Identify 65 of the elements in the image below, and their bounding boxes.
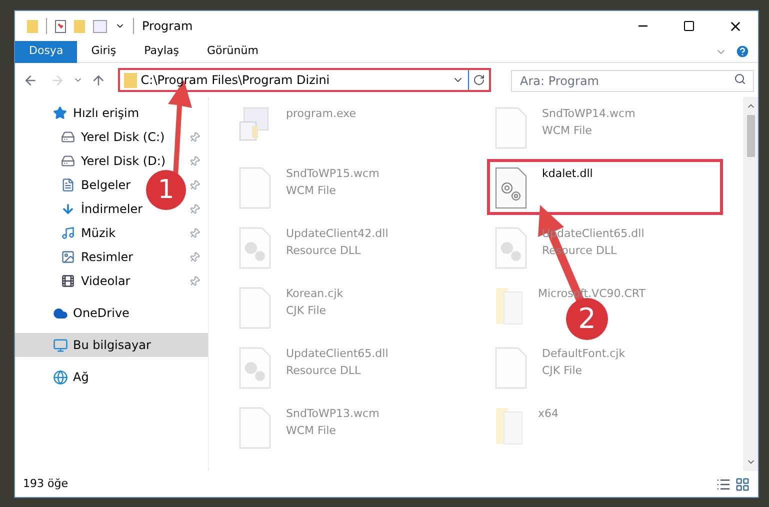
sidebar-item[interactable]: Resimler	[61, 248, 134, 266]
ribbon-tab[interactable]: Görünüm	[193, 40, 272, 62]
folder-icon[interactable]	[27, 20, 38, 32]
file-name[interactable]: kdalet.dll	[542, 166, 593, 182]
file-type: CJK File	[542, 362, 584, 378]
window-title: Program	[142, 18, 193, 35]
sidebar-item[interactable]: Belgeler	[61, 176, 131, 194]
ribbon-tab[interactable]: Paylaş	[130, 40, 193, 62]
folder-icon	[494, 406, 524, 446]
sidebar-item[interactable]: Videolar	[61, 272, 130, 290]
scrollbar[interactable]	[743, 97, 758, 471]
file-type: WCM File	[286, 422, 337, 438]
scroll-thumb[interactable]	[746, 115, 754, 157]
gear-document-icon	[494, 226, 528, 270]
details-view-icon[interactable]	[716, 476, 731, 492]
sidebar-item[interactable]: İndirmeler	[61, 200, 143, 218]
up-icon[interactable]	[90, 72, 106, 88]
help-icon[interactable]	[735, 44, 750, 59]
file-type: Resource DLL	[286, 362, 362, 378]
file-type: CJK File	[286, 302, 328, 318]
file-type: WCM File	[542, 122, 593, 138]
file-type: Resource DLL	[286, 242, 362, 258]
gear-document-icon	[494, 166, 528, 210]
folder-icon	[494, 286, 524, 326]
large-icons-view-icon[interactable]	[735, 476, 750, 492]
document-icon	[238, 286, 272, 330]
gear-document-icon	[238, 226, 272, 270]
film-icon	[61, 274, 75, 288]
sidebar-item[interactable]: Yerel Disk (C:)	[61, 128, 165, 146]
picture-icon	[61, 250, 75, 264]
ribbon-tab[interactable]: Giriş	[77, 40, 130, 62]
sidebar-item[interactable]: OneDrive	[53, 304, 130, 322]
monitor-icon	[53, 338, 68, 352]
file-type: WCM File	[286, 182, 337, 198]
folder-icon	[124, 72, 137, 88]
sidebar-item[interactable]: Müzik	[61, 224, 116, 242]
gear-document-icon	[238, 346, 272, 390]
document-icon	[494, 346, 528, 390]
document-icon	[494, 106, 528, 150]
drive-icon	[61, 130, 75, 144]
view-icon[interactable]	[93, 20, 107, 32]
address-bar[interactable]: C:\Program Files\Program Dizini	[118, 68, 492, 92]
properties-icon[interactable]	[55, 20, 66, 32]
drive-icon	[61, 154, 75, 168]
document-icon	[61, 178, 75, 192]
globe-icon	[53, 370, 68, 384]
sidebar-item[interactable]: Ağ	[53, 368, 89, 386]
document-icon	[238, 406, 272, 450]
down-arrow-icon	[61, 202, 75, 216]
sidebar-item[interactable]: Hızlı erişim	[53, 104, 140, 122]
search-field[interactable]: Ara: Program	[511, 70, 754, 92]
item-count: 193 öğe	[23, 476, 68, 492]
address-path: C:\Program Files\Program Dizini	[140, 72, 331, 89]
refresh-icon[interactable]	[473, 74, 486, 86]
maximize-icon	[683, 20, 695, 32]
star-icon	[53, 106, 67, 120]
back-icon[interactable]	[23, 72, 38, 88]
music-note-icon	[61, 226, 75, 240]
new-folder-icon[interactable]	[74, 20, 85, 32]
forward-icon[interactable]	[50, 72, 65, 88]
document-icon	[238, 166, 272, 210]
search-icon[interactable]	[734, 73, 746, 85]
cloud-icon	[53, 306, 68, 320]
sidebar-item[interactable]: Yerel Disk (D:)	[61, 152, 166, 170]
ribbon-tab[interactable]: Dosya	[15, 40, 78, 62]
